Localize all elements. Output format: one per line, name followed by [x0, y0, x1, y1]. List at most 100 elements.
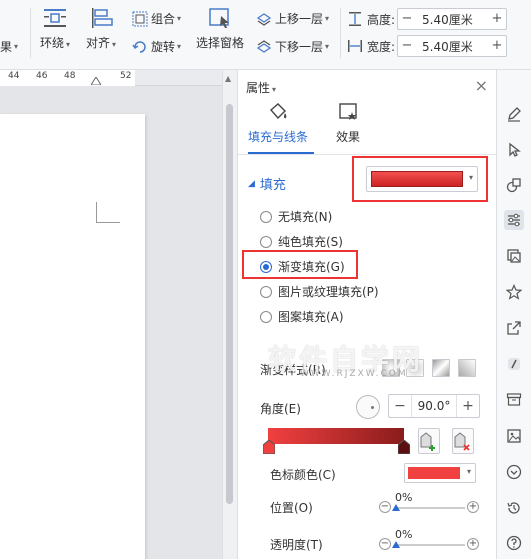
radio-no-fill[interactable]: 无填充(N) — [260, 208, 332, 225]
slider-thumb[interactable] — [392, 504, 400, 511]
width-increment-button[interactable]: + — [488, 36, 506, 56]
radio-button[interactable] — [260, 310, 272, 323]
vertical-scrollbar[interactable]: ▲ — [222, 70, 236, 559]
align-button[interactable]: 对齐 ▾ — [86, 6, 116, 51]
rail-picture-button[interactable] — [504, 246, 524, 266]
bring-forward-button[interactable]: 上移一层 ▾ — [256, 10, 329, 27]
transparency-value: 0% — [395, 528, 413, 541]
surround-button[interactable]: 环绕 ▾ — [40, 6, 70, 51]
highlight-box — [352, 156, 488, 202]
partial-effects-button[interactable]: 果 ▾ — [0, 38, 18, 55]
width-decrement-button[interactable]: − — [398, 36, 416, 56]
crop-mark — [96, 222, 120, 223]
horizontal-ruler[interactable]: 44 46 48 52 — [0, 70, 222, 86]
group-button[interactable]: 组合 ▾ — [132, 10, 181, 27]
height-increment-button[interactable]: + — [488, 9, 506, 29]
add-gradient-stop-button[interactable] — [418, 428, 440, 454]
chevron-down-icon: ▾ — [14, 42, 19, 51]
document-canvas[interactable] — [0, 86, 222, 559]
cursor-icon — [509, 142, 521, 157]
tab-fill-line[interactable]: 填充与线条 — [248, 102, 308, 145]
stop-color-swatch — [408, 467, 460, 479]
position-decrement-button[interactable]: − — [379, 501, 391, 513]
angle-label: 角度(E) — [260, 402, 301, 416]
transparency-decrement-button[interactable]: − — [379, 538, 391, 550]
position-slider[interactable]: − 0% + — [379, 491, 479, 515]
angle-dial[interactable] — [356, 395, 380, 419]
rail-ai-button[interactable] — [504, 354, 524, 374]
crop-mark — [96, 202, 97, 223]
transparency-label: 透明度(T) — [270, 538, 323, 552]
gradient-bar[interactable] — [268, 428, 404, 444]
highlight-box — [242, 250, 358, 279]
ruler-indent-marker[interactable] — [91, 77, 101, 85]
chevron-down-icon: ▾ — [325, 14, 330, 23]
rail-favorites-button[interactable] — [504, 282, 524, 302]
rail-properties-button[interactable] — [504, 210, 524, 230]
gradient-style-path-button[interactable] — [458, 359, 476, 377]
document-page[interactable] — [0, 114, 145, 559]
delete-gradient-stop-button[interactable] — [452, 428, 474, 454]
ruler-tick: 48 — [64, 71, 76, 81]
height-row: 高度: − 5.40厘米 + — [347, 8, 507, 30]
radio-solid-fill[interactable]: 纯色填充(S) — [260, 233, 343, 250]
watermark-url: WWW.RJZXW.COM — [300, 369, 408, 379]
close-icon[interactable]: × — [475, 76, 488, 95]
rail-share-button[interactable] — [504, 318, 524, 338]
radio-picture-fill[interactable]: 图片或纹理填充(P) — [260, 283, 379, 300]
tab-effects[interactable]: 效果 — [336, 102, 360, 145]
chevron-down-icon: ▾ — [177, 42, 182, 51]
send-backward-icon — [256, 39, 272, 53]
select-pane-button[interactable]: 选择窗格 — [196, 6, 244, 51]
angle-decrement-button[interactable]: − — [389, 398, 411, 414]
fill-section-header[interactable]: ◢ 填充 — [248, 174, 286, 193]
rail-download-button[interactable] — [504, 462, 524, 482]
height-input[interactable]: 5.40厘米 — [416, 11, 488, 28]
rail-archive-button[interactable] — [504, 389, 524, 409]
gradient-style-rect-button[interactable] — [432, 359, 450, 377]
send-backward-button[interactable]: 下移一层 ▾ — [256, 38, 329, 55]
ruler-tick: 52 — [120, 71, 132, 81]
radio-pattern-fill[interactable]: 图案填充(A) — [260, 308, 344, 325]
scroll-up-icon[interactable]: ▲ — [225, 74, 231, 83]
radio-button[interactable] — [260, 285, 272, 298]
radio-button[interactable] — [260, 235, 272, 248]
rail-shapes-button[interactable] — [504, 175, 524, 195]
rail-select-button[interactable] — [504, 140, 524, 160]
scrollbar-thumb[interactable] — [226, 104, 233, 504]
width-stepper[interactable]: − 5.40厘米 + — [397, 35, 507, 57]
rail-pen-button[interactable] — [504, 104, 524, 124]
ruler-tick: 46 — [36, 71, 48, 81]
selection-pane-icon — [209, 8, 229, 28]
text-wrap-icon — [44, 9, 67, 27]
angle-increment-button[interactable]: + — [457, 398, 479, 414]
width-input[interactable]: 5.40厘米 — [416, 38, 488, 55]
rail-history-button[interactable] — [504, 498, 524, 518]
position-label: 位置(O) — [270, 501, 313, 515]
effects-icon — [339, 103, 357, 120]
rail-help-button[interactable] — [504, 533, 524, 553]
chevron-down-icon: ▾ — [112, 40, 117, 49]
position-increment-button[interactable]: + — [467, 501, 479, 513]
angle-input[interactable]: 90.0° — [411, 395, 457, 417]
width-row: 宽度: − 5.40厘米 + — [347, 35, 507, 57]
divider — [30, 8, 31, 58]
transparency-increment-button[interactable]: + — [467, 538, 479, 550]
height-decrement-button[interactable]: − — [398, 9, 416, 29]
panel-title[interactable]: 属性 ▾ — [246, 79, 276, 96]
gradient-stop-end[interactable] — [398, 440, 410, 454]
rotate-icon — [132, 40, 146, 53]
rotate-button[interactable]: 旋转 ▾ — [132, 38, 181, 55]
transparency-slider[interactable]: − 0% + — [379, 528, 479, 552]
stop-color-dropdown[interactable]: ▾ — [404, 463, 476, 483]
delete-stop-icon — [454, 432, 470, 451]
add-stop-icon — [420, 432, 435, 451]
angle-stepper[interactable]: − 90.0° + — [388, 394, 480, 418]
height-stepper[interactable]: − 5.40厘米 + — [397, 8, 507, 30]
rail-image-button[interactable] — [504, 426, 524, 446]
slider-thumb[interactable] — [392, 541, 400, 548]
collapse-triangle-icon: ◢ — [248, 178, 255, 189]
radio-button[interactable] — [260, 210, 272, 223]
gradient-stop-start[interactable] — [263, 440, 275, 454]
divider — [340, 8, 341, 58]
